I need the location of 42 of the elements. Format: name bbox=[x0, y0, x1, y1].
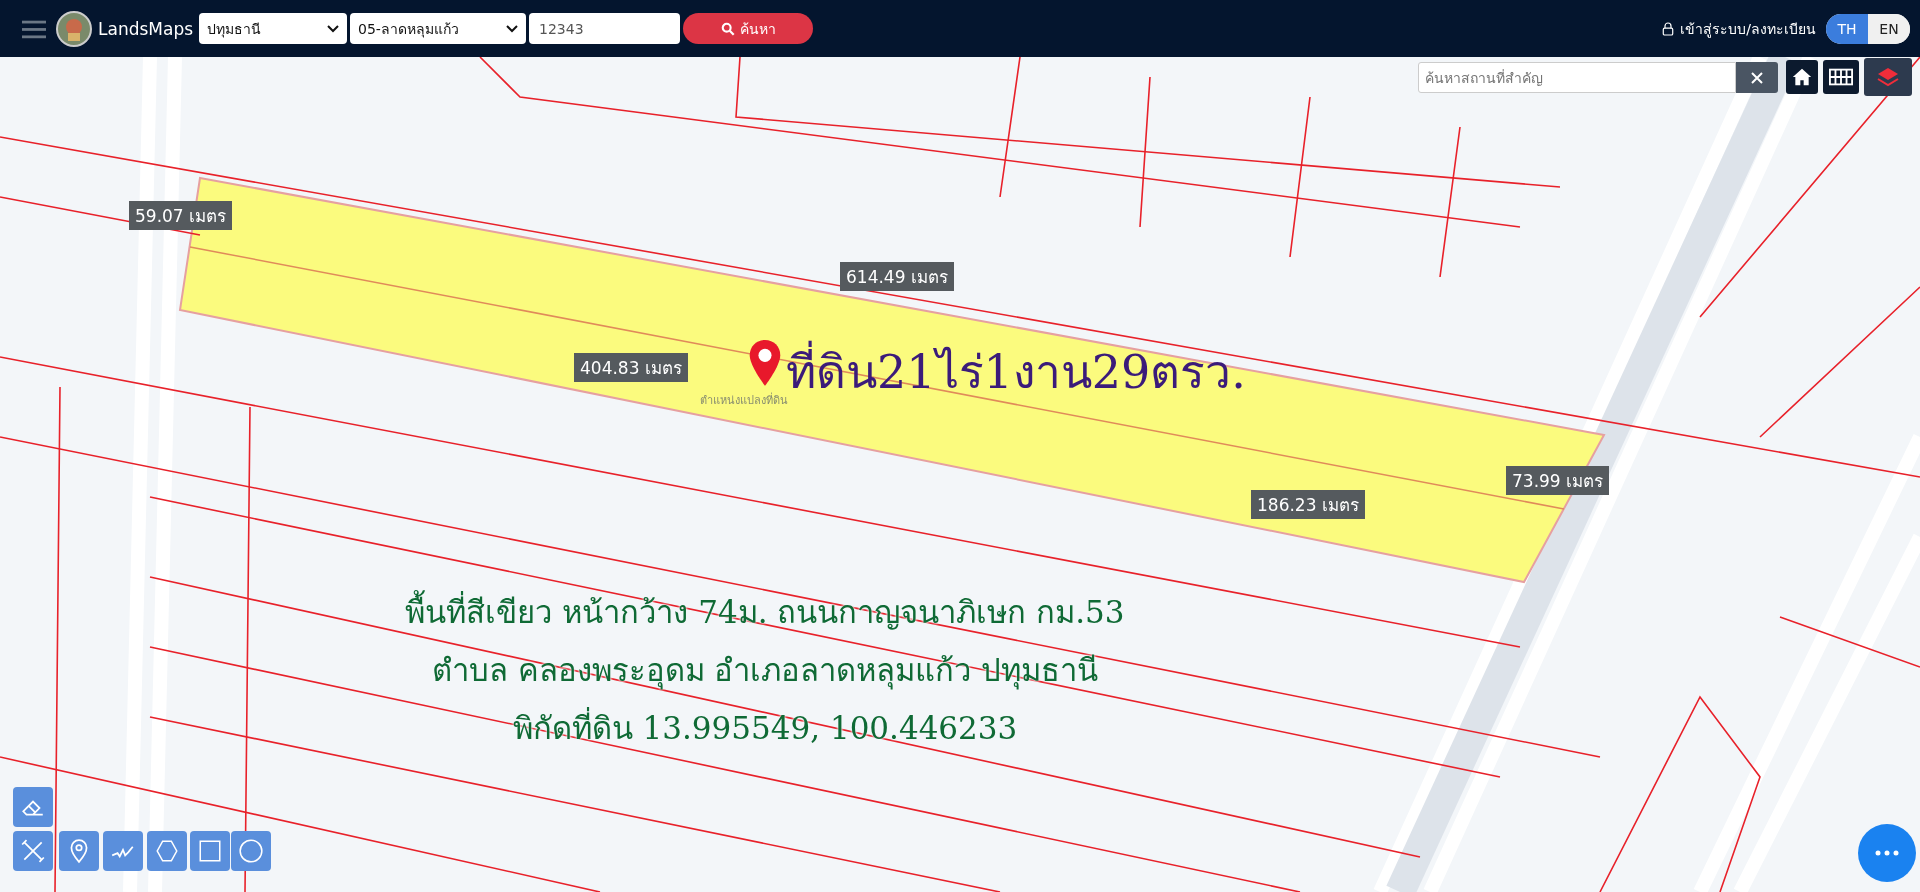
chevron-down-icon bbox=[327, 24, 340, 33]
parcel-title: ที่ดิน21ไร่1งาน29ตรว. bbox=[786, 335, 1246, 408]
search-icon bbox=[720, 21, 735, 36]
line-button[interactable] bbox=[103, 831, 143, 871]
circle-icon bbox=[238, 838, 264, 864]
close-icon bbox=[1750, 70, 1764, 85]
marker-label: ตำแหน่งแปลงที่ดิน bbox=[700, 391, 788, 409]
place-search-field[interactable]: ค้นหาสถานที่สำคัญ bbox=[1418, 62, 1736, 93]
rectangle-button[interactable] bbox=[190, 831, 230, 871]
logo-icon[interactable] bbox=[56, 10, 92, 47]
district-select[interactable]: 05-ลาดหลุมแก้ว bbox=[350, 13, 527, 44]
brand-name[interactable]: LandsMaps bbox=[98, 18, 194, 39]
description-text: พิกัดที่ดิน 13.995549, 100.446233 bbox=[512, 703, 1018, 753]
grid-icon bbox=[1829, 68, 1853, 86]
polygon-button[interactable] bbox=[147, 831, 187, 871]
province-select[interactable]: ปทุมธานี bbox=[199, 13, 348, 44]
lock-icon bbox=[1662, 21, 1675, 36]
ruler-pencil-button[interactable] bbox=[13, 831, 53, 871]
dots-icon bbox=[1875, 850, 1899, 856]
distance-label: 59.07 เมตร bbox=[129, 201, 233, 230]
pin-button[interactable] bbox=[59, 831, 99, 871]
eraser-button[interactable] bbox=[13, 787, 53, 827]
distance-label: 186.23 เมตร bbox=[1251, 490, 1365, 519]
close-button[interactable] bbox=[1736, 62, 1778, 93]
layers-button[interactable] bbox=[1864, 58, 1912, 96]
login-link[interactable]: เข้าสู่ระบบ/ลงทะเบียน bbox=[1662, 17, 1816, 40]
crossed-lines-icon bbox=[20, 838, 46, 864]
menu-icon[interactable] bbox=[22, 18, 46, 39]
chevron-down-icon bbox=[506, 24, 519, 33]
location-pin-icon bbox=[748, 339, 782, 387]
parcel-number-field[interactable]: 12343 bbox=[529, 13, 681, 44]
distance-label: 404.83 เมตร bbox=[574, 353, 688, 382]
home-button[interactable] bbox=[1786, 60, 1818, 94]
circle-button[interactable] bbox=[231, 831, 271, 871]
hexagon-icon bbox=[154, 838, 180, 864]
layers-icon bbox=[1876, 65, 1900, 89]
language-option[interactable]: TH bbox=[1826, 13, 1868, 44]
distance-label: 614.49 เมตร bbox=[840, 262, 954, 291]
search-button[interactable]: ค้นหา bbox=[683, 13, 814, 44]
grid-button[interactable] bbox=[1823, 60, 1859, 94]
distance-label: 73.99 เมตร bbox=[1506, 466, 1610, 495]
square-icon bbox=[197, 838, 223, 864]
